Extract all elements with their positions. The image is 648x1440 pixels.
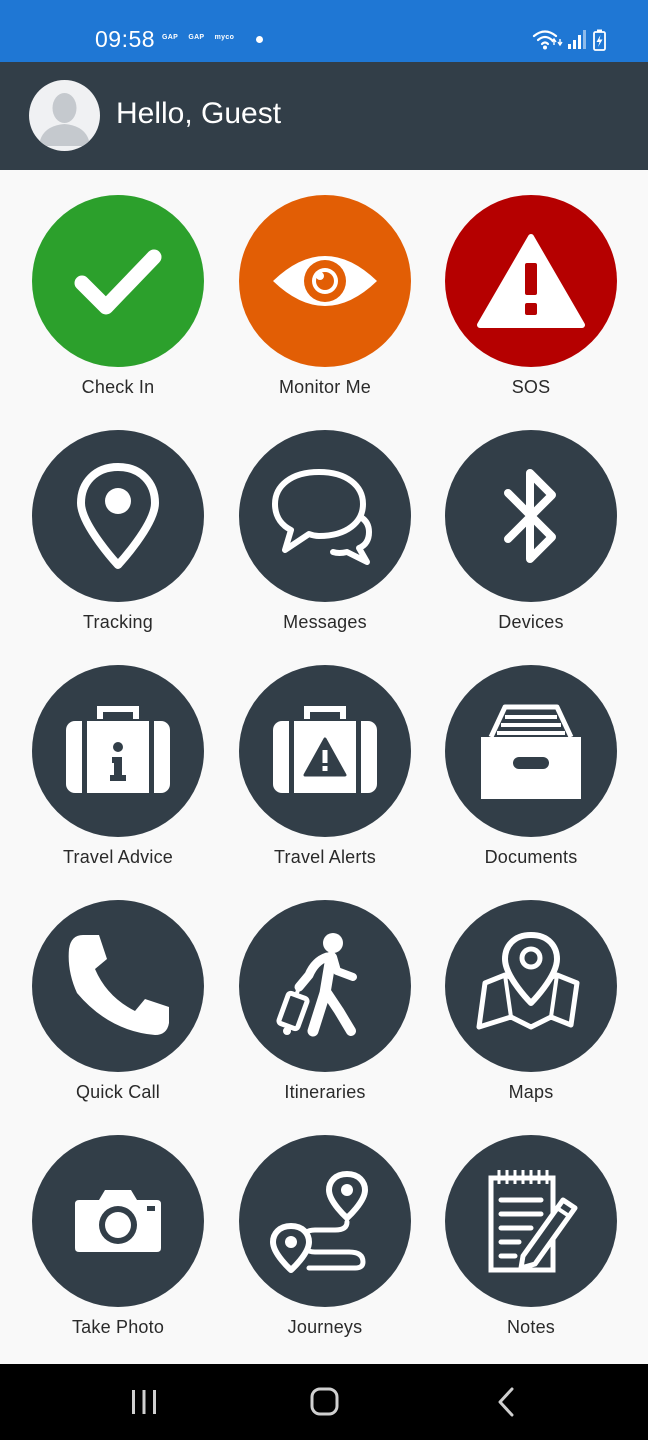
tracking-label: Tracking <box>83 612 153 632</box>
journeys-circle <box>239 1135 411 1307</box>
take-photo-label: Take Photo <box>71 1317 165 1337</box>
bluetooth-icon <box>504 469 556 563</box>
location-pin-icon <box>77 463 159 569</box>
eye-icon <box>273 256 377 306</box>
notepad-pencil-icon <box>488 1170 578 1273</box>
recent-apps-icon <box>132 1390 156 1414</box>
notes-label: Notes <box>506 1317 556 1337</box>
quick-call-label: Quick Call <box>75 1082 161 1102</box>
notes-circle <box>445 1135 617 1307</box>
home-button[interactable] <box>302 1384 346 1420</box>
archive-box-icon <box>481 704 581 799</box>
gap-notification-icon: GAP <box>162 34 179 41</box>
check-in-button[interactable]: Check In <box>23 195 213 415</box>
traveler-luggage-icon <box>276 933 357 1037</box>
home-icon <box>310 1387 339 1416</box>
user-silhouette-icon <box>39 93 90 146</box>
notes-button[interactable]: Notes <box>436 1135 626 1355</box>
monitor-me-label: Monitor Me <box>278 377 372 397</box>
documents-button[interactable]: Documents <box>436 665 626 885</box>
camera-icon <box>75 1190 161 1252</box>
maps-circle <box>445 900 617 1072</box>
messages-label: Messages <box>283 612 367 632</box>
maps-button[interactable]: Maps <box>436 900 626 1120</box>
travel-advice-button[interactable]: Travel Advice <box>23 665 213 885</box>
signal-icon <box>568 30 586 49</box>
messages-button[interactable]: Messages <box>230 430 420 650</box>
maps-label: Maps <box>508 1082 554 1102</box>
status-time: 09:58 <box>95 26 156 52</box>
avatar[interactable] <box>29 80 100 151</box>
suitcase-alert-icon <box>273 706 377 793</box>
quick-call-circle <box>32 900 204 1072</box>
check-in-circle <box>32 195 204 367</box>
back-icon <box>498 1387 514 1417</box>
warning-icon <box>477 234 585 328</box>
monitor-me-button[interactable]: Monitor Me <box>230 195 420 415</box>
quick-call-button[interactable]: Quick Call <box>23 900 213 1120</box>
itineraries-label: Itineraries <box>284 1082 366 1102</box>
route-icon <box>270 1171 368 1273</box>
suitcase-info-icon <box>66 706 170 793</box>
itineraries-circle <box>239 900 411 1072</box>
devices-button[interactable]: Devices <box>436 430 626 650</box>
recent-apps-button[interactable] <box>122 1384 166 1420</box>
back-button[interactable] <box>484 1384 528 1420</box>
gap-notification-icon: GAP <box>188 34 205 41</box>
myco-notification-icon: myco <box>214 34 235 41</box>
devices-circle <box>445 430 617 602</box>
journeys-button[interactable]: Journeys <box>230 1135 420 1355</box>
itineraries-button[interactable]: Itineraries <box>230 900 420 1120</box>
travel-alerts-label: Travel Alerts <box>274 847 376 867</box>
documents-circle <box>445 665 617 837</box>
take-photo-button[interactable]: Take Photo <box>23 1135 213 1355</box>
travel-alerts-button[interactable]: Travel Alerts <box>230 665 420 885</box>
sos-circle <box>445 195 617 367</box>
battery-icon <box>593 29 606 51</box>
tracking-button[interactable]: Tracking <box>23 430 213 650</box>
sos-label: SOS <box>511 377 551 397</box>
status-bar: 09:58 GAP GAP myco <box>0 0 648 62</box>
app-header: Hello, Guest <box>0 62 648 170</box>
notification-icons: GAP GAP myco <box>162 34 242 41</box>
system-icons <box>532 28 614 52</box>
phone-icon <box>68 935 169 1035</box>
journeys-label: Journeys <box>287 1317 363 1337</box>
messages-circle <box>239 430 411 602</box>
checkmark-icon <box>74 249 162 315</box>
tracking-circle <box>32 430 204 602</box>
feature-grid: Check In Monitor Me SOS Tracking Message… <box>0 170 648 1364</box>
sos-button[interactable]: SOS <box>436 195 626 415</box>
documents-label: Documents <box>484 847 578 867</box>
greeting-text: Hello, Guest <box>116 97 282 130</box>
devices-label: Devices <box>498 612 564 632</box>
take-photo-circle <box>32 1135 204 1307</box>
travel-alerts-circle <box>239 665 411 837</box>
map-pin-icon <box>476 932 580 1030</box>
monitor-me-circle <box>239 195 411 367</box>
notification-dot-icon <box>256 36 263 43</box>
travel-advice-circle <box>32 665 204 837</box>
travel-advice-label: Travel Advice <box>63 847 173 867</box>
navigation-bar <box>0 1364 648 1440</box>
chat-bubbles-icon <box>272 469 372 565</box>
check-in-label: Check In <box>81 377 155 397</box>
